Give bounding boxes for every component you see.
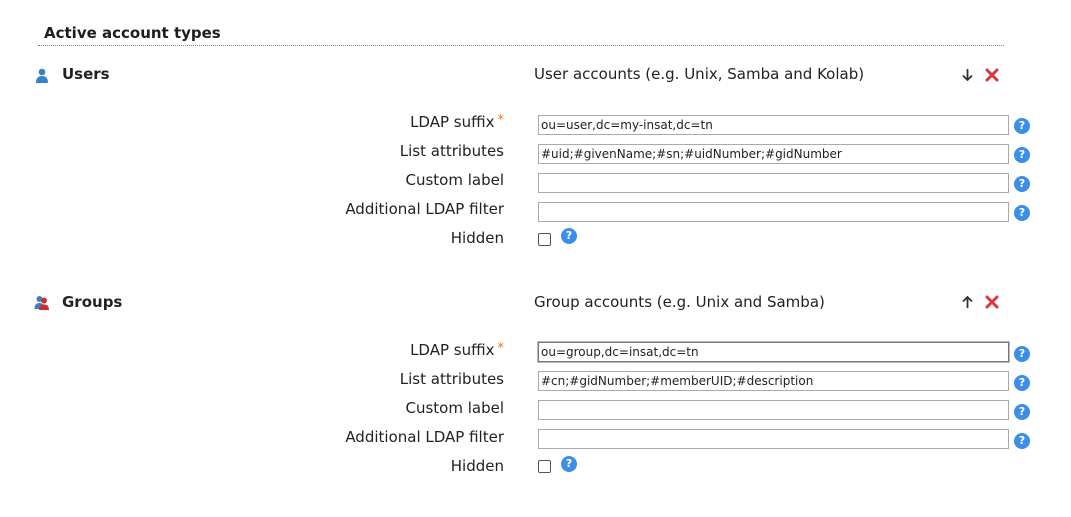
help-icon[interactable]: ?: [561, 456, 577, 472]
help-icon[interactable]: ?: [561, 228, 577, 244]
list-attributes-label: List attributes: [399, 142, 504, 160]
help-icon[interactable]: ?: [1014, 147, 1030, 163]
help-icon[interactable]: ?: [1014, 433, 1030, 449]
list-attributes-label: List attributes: [399, 370, 504, 388]
custom-label-label: Custom label: [405, 399, 504, 417]
remove-icon[interactable]: [985, 295, 999, 309]
user-icon: [36, 68, 48, 83]
additional-ldap-filter-label: Additional LDAP filter: [345, 428, 504, 446]
additional-ldap-filter-label: Additional LDAP filter: [345, 200, 504, 218]
additional-ldap-filter-input[interactable]: [538, 202, 1009, 222]
remove-icon[interactable]: [985, 68, 999, 82]
required-marker: *: [497, 341, 505, 356]
ldap-suffix-input[interactable]: [538, 115, 1009, 135]
arrow-down-icon[interactable]: [961, 68, 974, 82]
ldap-suffix-label: LDAP suffix *: [410, 341, 504, 359]
account-type-name: Users: [62, 65, 110, 83]
list-attributes-input[interactable]: [538, 371, 1009, 391]
help-icon[interactable]: ?: [1014, 346, 1030, 362]
arrow-up-icon[interactable]: [961, 295, 974, 309]
ldap-suffix-input[interactable]: [538, 342, 1009, 362]
account-type-description: User accounts (e.g. Unix, Samba and Kola…: [534, 65, 865, 83]
help-icon[interactable]: ?: [1014, 176, 1030, 192]
hidden-label: Hidden: [450, 229, 504, 247]
account-type-description: Group accounts (e.g. Unix and Samba): [534, 293, 825, 311]
hidden-label: Hidden: [450, 457, 504, 475]
section-divider: [38, 45, 1004, 46]
required-marker: *: [497, 113, 505, 128]
custom-label-input[interactable]: [538, 400, 1009, 420]
custom-label-input[interactable]: [538, 173, 1009, 193]
help-icon[interactable]: ?: [1014, 375, 1030, 391]
additional-ldap-filter-input[interactable]: [538, 429, 1009, 449]
help-icon[interactable]: ?: [1014, 118, 1030, 134]
section-title: Active account types: [44, 24, 221, 42]
list-attributes-input[interactable]: [538, 144, 1009, 164]
hidden-checkbox[interactable]: [538, 460, 551, 473]
custom-label-label: Custom label: [405, 171, 504, 189]
hidden-checkbox[interactable]: [538, 233, 551, 246]
help-icon[interactable]: ?: [1014, 404, 1030, 420]
account-type-name: Groups: [62, 293, 123, 311]
group-icon: [34, 296, 49, 310]
help-icon[interactable]: ?: [1014, 205, 1030, 221]
ldap-suffix-label: LDAP suffix *: [410, 113, 504, 131]
